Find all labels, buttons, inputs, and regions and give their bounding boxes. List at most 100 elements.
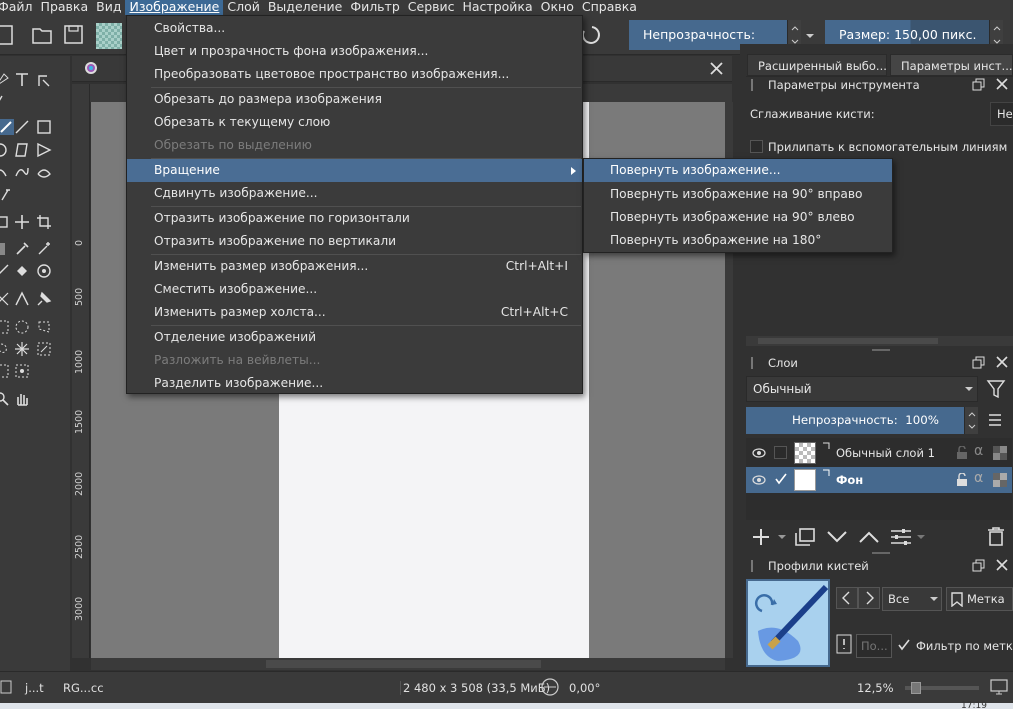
dynamic-brush-icon[interactable]: [36, 164, 52, 180]
rotation-icon[interactable]: [538, 677, 562, 697]
menu-edit[interactable]: Правка: [37, 0, 93, 15]
edit-shapes-icon[interactable]: [0, 92, 10, 108]
tab-advanced-selector[interactable]: Расширенный выбо...: [747, 54, 887, 76]
submenu-item-rotate-180[interactable]: Повернуть изображение на 180°: [584, 229, 892, 252]
brush-preset-thumbnail[interactable]: [746, 579, 830, 667]
chevron-down-icon[interactable]: [805, 32, 815, 40]
layer-name[interactable]: Обычный слой 1: [836, 446, 935, 460]
menu-image[interactable]: Изображение: [125, 0, 224, 15]
float-docker-icon[interactable]: [972, 78, 985, 91]
brush-tool-icon[interactable]: [0, 119, 14, 135]
menu-item-rotate[interactable]: Вращение: [127, 159, 582, 182]
brush-search-input[interactable]: [856, 634, 892, 658]
layer-opacity-spin[interactable]: [964, 407, 978, 434]
layer-row[interactable]: Обычный слой 1 α: [746, 440, 1012, 466]
snap-checkbox[interactable]: [750, 140, 763, 153]
filter-by-tag-checkbox[interactable]: [897, 638, 911, 652]
panel-grip-icon[interactable]: [749, 357, 755, 369]
lock-icon[interactable]: [956, 473, 968, 487]
pattern-swatch-icon[interactable]: [96, 23, 122, 49]
ellipse-tool-icon[interactable]: [0, 142, 8, 158]
move-layer-up-icon[interactable]: [858, 530, 880, 544]
menu-item-mirror-horizontal[interactable]: Отразить изображение по горизонтали: [127, 207, 582, 230]
menu-item-shear[interactable]: Сдвинуть изображение...: [127, 182, 582, 205]
move-tool-icon[interactable]: [0, 72, 10, 88]
polygon-select-icon[interactable]: [36, 319, 52, 335]
panel-grip-icon[interactable]: [749, 79, 755, 91]
zoom-slider-handle[interactable]: [911, 682, 921, 694]
menu-item-properties[interactable]: Свойства...: [127, 17, 582, 40]
layer-checkbox-checked[interactable]: [774, 472, 788, 486]
menu-select[interactable]: Выделение: [264, 0, 346, 15]
contiguous-select-icon[interactable]: [14, 341, 30, 357]
filter-icon[interactable]: [986, 378, 1008, 400]
menu-view[interactable]: Вид: [92, 0, 125, 15]
eye-icon[interactable]: [752, 447, 766, 459]
smoothing-select[interactable]: Нет: [990, 102, 1013, 126]
float-docker-icon[interactable]: [972, 559, 985, 572]
rectangle-tool-icon[interactable]: [36, 119, 52, 135]
layer-name[interactable]: Фон: [836, 473, 863, 487]
inherit-alpha-icon[interactable]: [993, 446, 1007, 460]
menu-window[interactable]: Окно: [537, 0, 578, 15]
gradient-tool-icon[interactable]: [0, 241, 10, 257]
crop-tool-icon[interactable]: [0, 214, 10, 230]
magnetic-select-icon[interactable]: [14, 363, 30, 379]
scroll-thumb[interactable]: [758, 338, 938, 344]
line-tool-icon[interactable]: [14, 119, 30, 135]
inherit-alpha-icon[interactable]: [993, 473, 1007, 487]
delete-layer-icon[interactable]: [987, 526, 1005, 546]
image-size-status[interactable]: 2 480 x 3 508 (33,5 МиБ): [400, 681, 550, 695]
tag-button[interactable]: Метка: [946, 587, 1013, 611]
horizontal-scrollbar[interactable]: [91, 658, 725, 670]
tool-options-scrollbar[interactable]: [746, 336, 1013, 346]
measure-tool-icon[interactable]: [0, 263, 10, 279]
menu-item-scale-image[interactable]: Изменить размер изображения... Ctrl+Alt+…: [127, 255, 582, 278]
menu-file[interactable]: Файл: [0, 0, 37, 15]
layer-opacity-slider[interactable]: Непрозрачность: 100%: [746, 407, 964, 434]
save-icon[interactable]: [62, 23, 86, 47]
menu-item-convert-colorspace[interactable]: Преобразовать цветовое пространство изоб…: [127, 63, 582, 86]
assistant-tool-icon[interactable]: [0, 291, 10, 307]
blend-mode-select[interactable]: Обычный: [746, 376, 978, 402]
submenu-item-rotate-90-left[interactable]: Повернуть изображение на 90° влево: [584, 206, 892, 229]
close-docker-icon[interactable]: [996, 78, 1008, 90]
similar-select-icon[interactable]: [36, 341, 52, 357]
panel-grip-icon[interactable]: [749, 560, 755, 572]
float-docker-icon[interactable]: [972, 356, 985, 369]
pan-tool-icon[interactable]: [14, 391, 30, 407]
menu-item-offset-image[interactable]: Сместить изображение...: [127, 278, 582, 301]
text-tool-icon[interactable]: [14, 72, 30, 88]
previous-tag-button[interactable]: [836, 587, 858, 609]
alpha-lock-icon[interactable]: α: [974, 443, 983, 459]
layer-row-selected[interactable]: Фон α: [746, 467, 1012, 493]
layers-menu-icon[interactable]: [988, 414, 1002, 426]
menu-layer[interactable]: Слой: [223, 0, 264, 15]
reference-pin-icon[interactable]: [36, 291, 52, 307]
menu-tools[interactable]: Сервис: [404, 0, 459, 15]
pattern-fill-icon[interactable]: [36, 263, 52, 279]
splitter-handle[interactable]: [872, 349, 890, 351]
polygon-tool-icon[interactable]: [14, 142, 30, 158]
add-layer-icon[interactable]: [751, 527, 771, 547]
move-layer-down-icon[interactable]: [826, 530, 848, 544]
menu-item-separate-image[interactable]: Отделение изображений: [127, 326, 582, 349]
fullscreen-canvas-icon[interactable]: [990, 679, 1008, 695]
fill-tool-icon[interactable]: [14, 263, 30, 279]
ellipse-select-icon[interactable]: [14, 319, 30, 335]
freehand-path-icon[interactable]: [14, 164, 30, 180]
krita-logo-icon[interactable]: [84, 61, 98, 75]
eye-icon[interactable]: [752, 474, 766, 486]
menu-filter[interactable]: Фильтр: [346, 0, 403, 15]
move-layer-icon[interactable]: [14, 214, 30, 230]
polyline-tool-icon[interactable]: [36, 142, 52, 158]
multibrush-icon[interactable]: [0, 186, 14, 202]
menu-item-resize-canvas[interactable]: Изменить размер холста... Ctrl+Alt+C: [127, 301, 582, 324]
calligraphy-tool-icon[interactable]: [36, 72, 52, 88]
splitter-handle[interactable]: [872, 552, 890, 554]
menu-help[interactable]: Справка: [578, 0, 641, 15]
chevron-down-icon[interactable]: [917, 535, 925, 540]
close-docker-icon[interactable]: [996, 559, 1008, 571]
bezier-tool-icon[interactable]: [0, 164, 8, 180]
new-document-icon[interactable]: [0, 23, 20, 47]
